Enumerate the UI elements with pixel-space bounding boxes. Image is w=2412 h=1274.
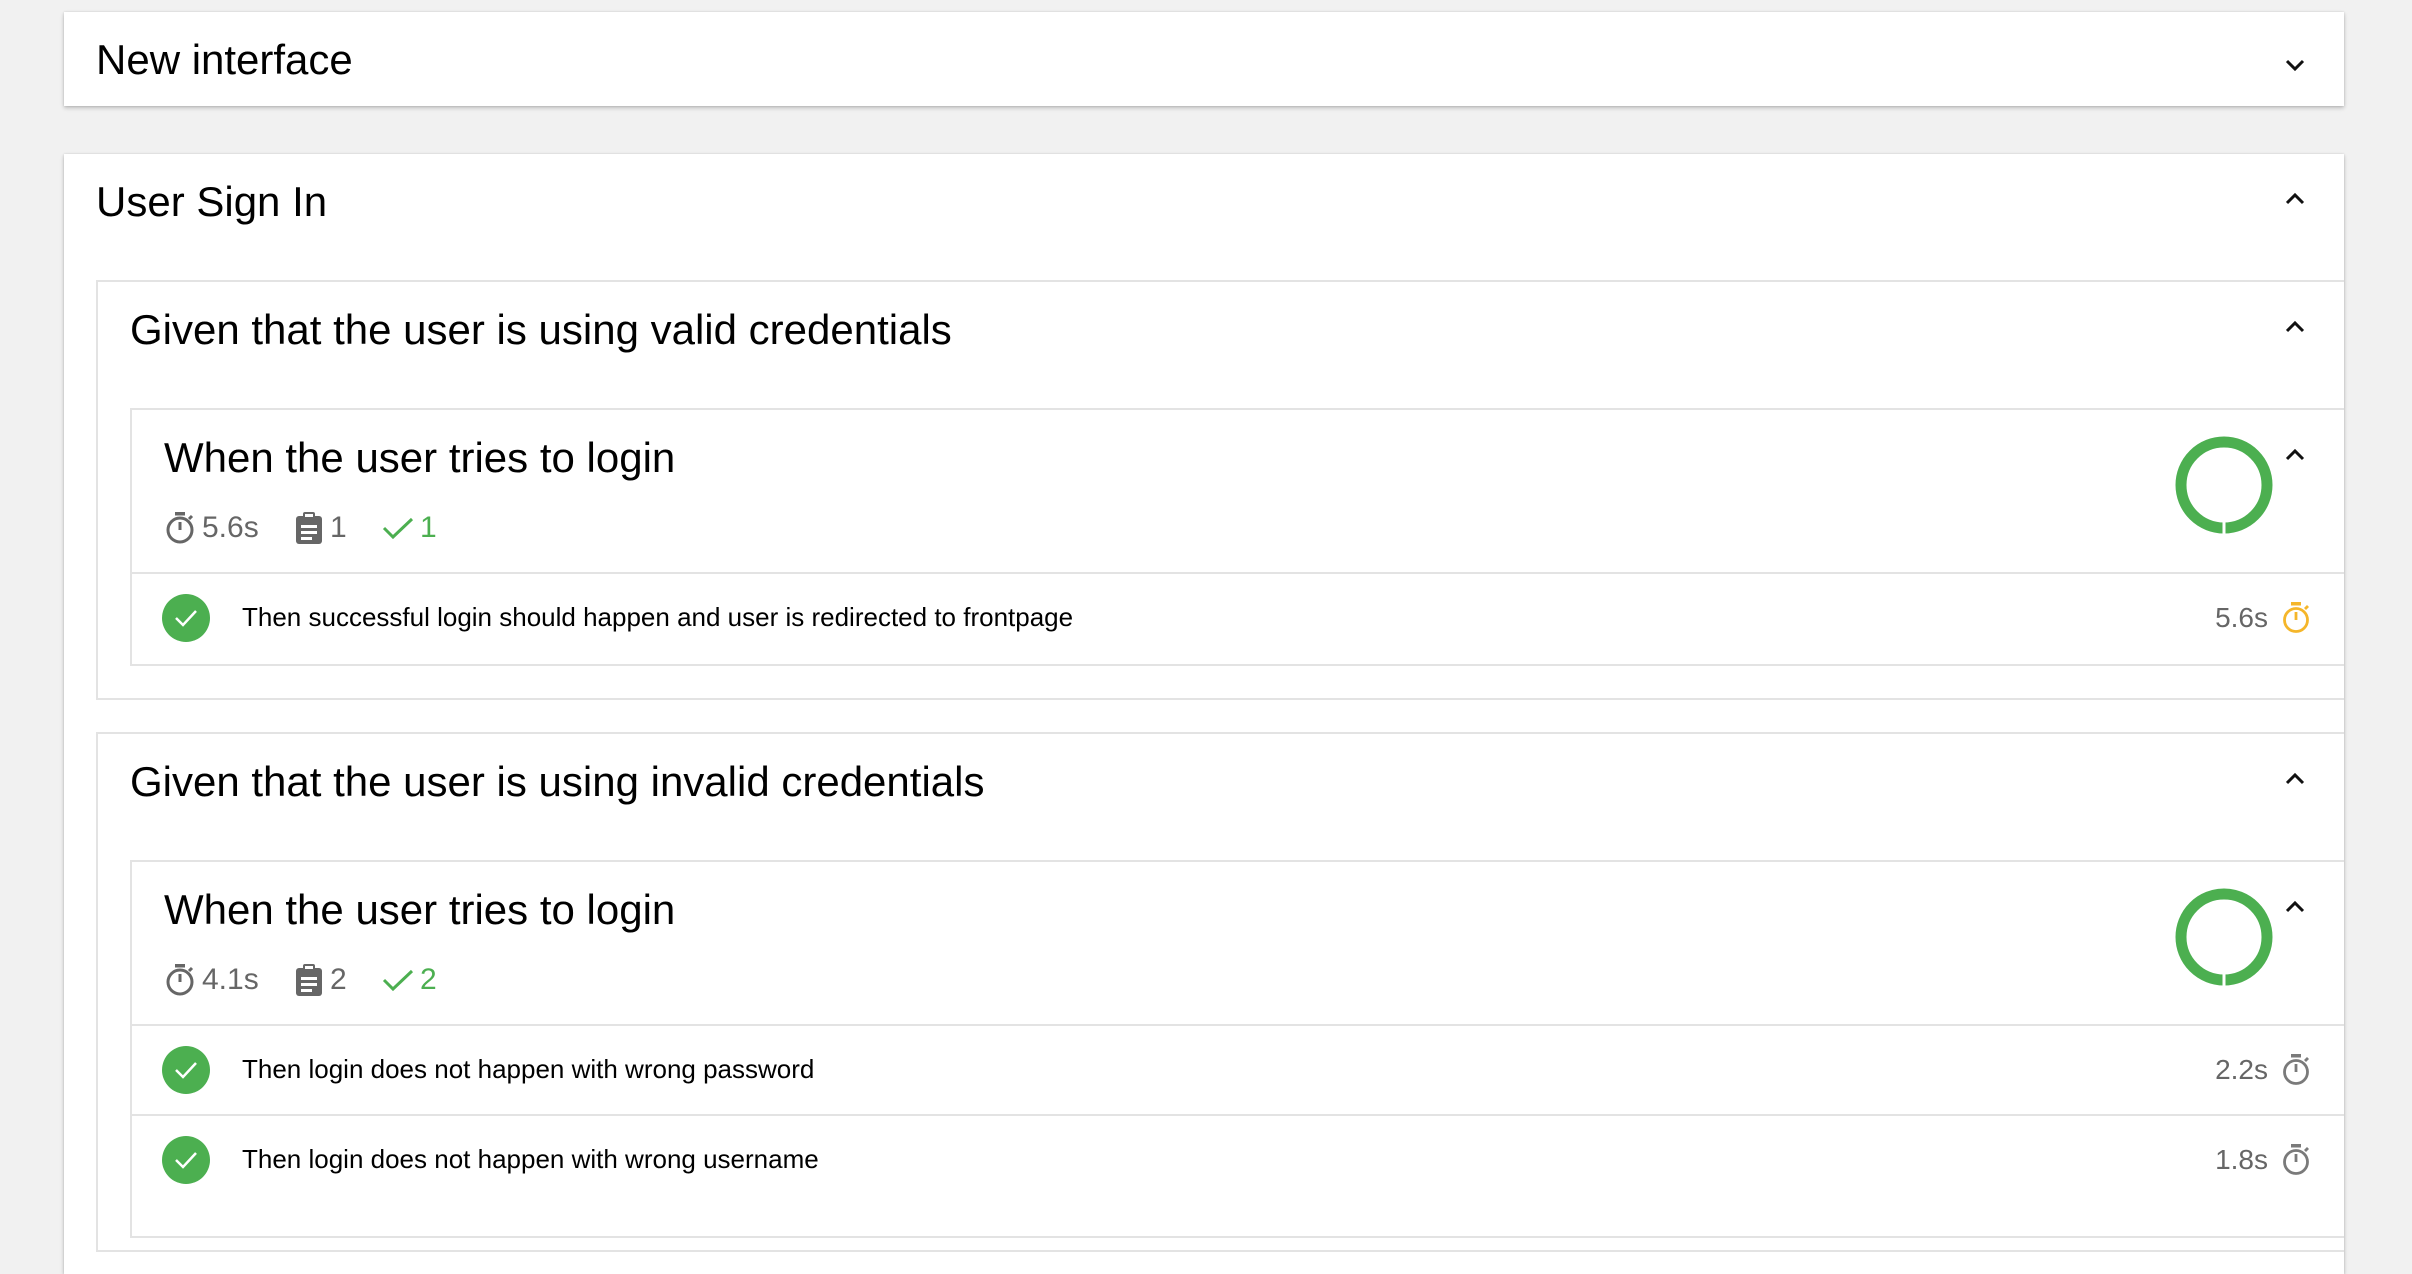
feature-title[interactable]: User Sign In xyxy=(96,178,327,226)
step-row[interactable]: Then login does not happen with wrong us… xyxy=(132,1114,2344,1202)
step-duration: 5.6s xyxy=(2215,602,2268,633)
check-icon xyxy=(382,517,414,540)
pass-rate-donut xyxy=(2175,436,2273,534)
tests-count: 2 xyxy=(330,963,347,996)
step-text: Then login does not happen with wrong us… xyxy=(242,1144,819,1174)
feature-title[interactable]: New interface xyxy=(96,36,353,84)
check-circle-icon xyxy=(162,594,210,642)
behavior-title[interactable]: When the user tries to login xyxy=(164,434,675,482)
clipboard-icon xyxy=(296,964,322,996)
step-duration: 1.8s xyxy=(2215,1144,2268,1175)
timer-icon xyxy=(2283,1054,2309,1085)
context-title[interactable]: Given that the user is using valid crede… xyxy=(130,306,952,354)
step-text: Then successful login should happen and … xyxy=(242,602,1074,632)
passed-stat: 2 xyxy=(382,960,437,1000)
context-title[interactable]: Given that the user is using invalid cre… xyxy=(130,758,984,806)
feature-card-user-sign-in: User Sign In Given that the user is usin… xyxy=(64,154,2344,1274)
clipboard-icon xyxy=(296,512,322,544)
chevron-up-icon[interactable] xyxy=(2280,444,2310,466)
timer-icon xyxy=(166,964,194,996)
tests-count: 1 xyxy=(330,511,347,544)
passed-stat: 1 xyxy=(382,508,437,548)
check-circle-icon xyxy=(162,1136,210,1184)
timer-icon xyxy=(2283,1144,2309,1175)
chevron-up-icon[interactable] xyxy=(2280,188,2310,210)
step-row[interactable]: Then login does not happen with wrong pa… xyxy=(132,1024,2344,1112)
chevron-down-icon[interactable] xyxy=(2280,56,2310,78)
feature-card-new-interface[interactable]: New interface xyxy=(64,12,2344,106)
step-duration: 2.2s xyxy=(2215,1054,2268,1085)
duration-value: 4.1s xyxy=(202,963,259,996)
behavior-panel: When the user tries to login 4.1s 2 2 Th… xyxy=(130,860,2344,1238)
context-section-invalid-credentials: Given that the user is using invalid cre… xyxy=(96,732,2344,1252)
duration-value: 5.6s xyxy=(202,511,259,544)
check-circle-icon xyxy=(162,1046,210,1094)
check-icon xyxy=(382,969,414,992)
behavior-panel: When the user tries to login 5.6s 1 1 Th… xyxy=(130,408,2344,666)
pass-rate-donut xyxy=(2175,888,2273,986)
context-section-valid-credentials: Given that the user is using valid crede… xyxy=(96,280,2344,700)
duration-stat: 5.6s xyxy=(164,508,259,548)
timer-icon xyxy=(166,512,194,544)
chevron-up-icon[interactable] xyxy=(2280,896,2310,918)
chevron-up-icon[interactable] xyxy=(2280,768,2310,790)
behavior-title[interactable]: When the user tries to login xyxy=(164,886,675,934)
duration-stat: 4.1s xyxy=(164,960,259,1000)
step-text: Then login does not happen with wrong pa… xyxy=(242,1054,815,1084)
chevron-up-icon[interactable] xyxy=(2280,316,2310,338)
slow-timer-icon xyxy=(2283,602,2309,633)
passed-count: 2 xyxy=(420,963,437,996)
tests-stat: 2 xyxy=(294,960,347,1000)
passed-count: 1 xyxy=(420,511,437,544)
tests-stat: 1 xyxy=(294,508,347,548)
step-row[interactable]: Then successful login should happen and … xyxy=(132,572,2344,660)
